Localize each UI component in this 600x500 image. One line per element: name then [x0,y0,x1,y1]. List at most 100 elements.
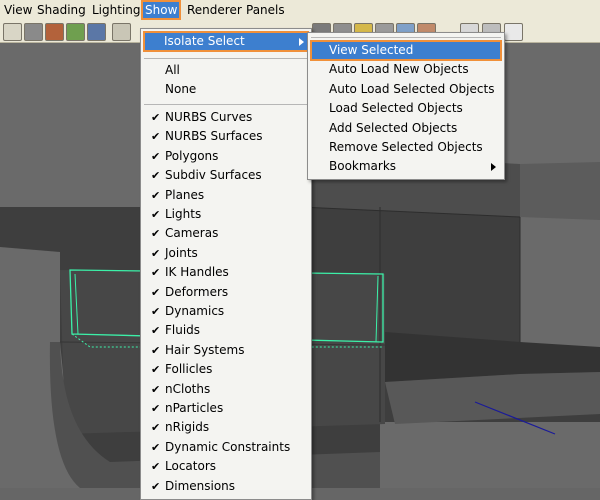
show-item[interactable]: ✔ nCloths [144,380,308,399]
menu-renderer[interactable]: Renderer [184,1,245,19]
camera-attributes-icon[interactable] [24,23,43,41]
show-none-item[interactable]: None [144,80,308,99]
show-item-label: Polygons [165,148,219,163]
show-item-label: Lights [165,207,202,221]
isolate-select-item[interactable]: Load Selected Objects [311,99,501,118]
isolate-select-item-label: Auto Load Selected Objects [329,81,495,96]
checkmark-icon: ✔ [151,208,161,221]
checkmark-icon: ✔ [151,246,161,260]
checkmark-icon: ✔ [151,460,161,474]
isolate-select-item[interactable]: View Selected [310,40,502,61]
bookmark-icon[interactable] [45,23,64,41]
show-item-label: nCloths [165,381,211,396]
show-item[interactable]: ✔ Deformers [144,283,308,302]
isolate-select-item-label: Auto Load New Objects [329,62,469,77]
show-item[interactable]: ✔ Joints [144,244,308,263]
menu-bar: View Shading Lighting Show Renderer Pane… [0,0,600,21]
show-item-label: Cameras [165,226,219,241]
checkmark-icon: ✔ [151,188,161,202]
show-item[interactable]: ✔ nRigids [144,418,308,437]
show-item-label: Fluids [165,323,201,338]
show-item[interactable]: ✔ Subdiv Surfaces [144,166,308,185]
show-item[interactable]: ✔ Dimensions [144,477,308,496]
isolate-select-item[interactable]: Auto Load New Objects [311,60,501,79]
isolate-select-item[interactable]: Add Selected Objects [311,119,501,138]
show-item-label: Joints [165,245,198,260]
submenu-arrow-icon [299,38,304,46]
show-item-label: Dynamics [165,304,225,318]
isolate-select-item[interactable]: Isolate Select [143,31,309,52]
show-item[interactable]: ✔ Hair Systems [144,341,308,360]
show-item[interactable]: ✔ nParticles [144,399,308,418]
menu-show[interactable]: Show [140,0,182,20]
checkmark-icon: ✔ [151,402,161,415]
checkmark-icon: ✔ [151,285,161,299]
show-item-label: nRigids [165,420,210,435]
isolate-select-item-label: Bookmarks [329,159,397,174]
checkmark-icon: ✔ [151,479,161,493]
show-item[interactable]: ✔ Polygons [144,147,308,166]
menu-shading[interactable]: Shading [34,1,89,19]
isolate-select-item[interactable]: Auto Load Selected Objects [311,80,501,99]
show-item[interactable]: ✔ IK Handles [144,263,308,282]
menu-lighting[interactable]: Lighting [89,1,144,19]
show-item-label: NURBS Curves [165,110,253,124]
checkmark-icon: ✔ [151,149,161,163]
show-item-label: Locators [165,459,216,474]
isolate-select-label: Isolate Select [164,34,245,48]
show-menu: Isolate Select All None ✔ NURBS Curves ✔ NU… [140,28,312,500]
menu-separator [144,104,308,105]
camera-settings-icon[interactable] [504,23,523,41]
isolate-select-item-label: Remove Selected Objects [329,140,483,154]
show-item-label: IK Handles [165,265,229,280]
show-item-label: NURBS Surfaces [165,129,263,144]
show-item[interactable]: ✔ Locators [144,457,308,476]
grid-icon[interactable] [112,23,131,41]
isolate-select-submenu: View Selected Auto Load New Objects Auto L… [307,32,505,180]
show-item[interactable]: ✔ NURBS Surfaces [144,127,308,146]
checkmark-icon: ✔ [151,169,161,183]
submenu-arrow-icon [491,163,496,172]
show-item[interactable]: ✔ Fluids [144,321,308,340]
menu-separator [144,58,308,59]
show-item[interactable]: ✔ Dynamics [144,302,308,321]
isolate-select-item-label: View Selected [329,43,414,57]
show-all-item[interactable]: All [144,61,308,80]
image-plane-icon[interactable] [66,23,85,41]
menu-view[interactable]: View [1,1,35,19]
isolate-select-item-label: Add Selected Objects [329,120,458,135]
checkmark-icon: ✔ [151,324,161,338]
show-item-label: Planes [165,187,205,202]
checkmark-icon: ✔ [151,343,161,357]
show-item-label: Follicles [165,362,213,377]
checkmark-icon: ✔ [151,111,161,124]
isolate-select-item-label: Load Selected Objects [329,101,463,116]
select-camera-icon[interactable] [3,23,22,41]
menu-separator [311,37,501,38]
isolate-select-item[interactable]: Remove Selected Objects [311,138,501,157]
checkmark-icon: ✔ [151,305,161,318]
isolate-select-item[interactable]: Bookmarks [311,157,501,176]
show-item[interactable]: ✔ Lights [144,205,308,224]
show-item-label: nParticles [165,401,224,415]
show-item-label: Dimensions [165,478,236,493]
show-item[interactable]: ✔ Cameras [144,224,308,243]
show-item-label: Hair Systems [165,342,245,357]
show-item[interactable]: ✔ Dynamic Constraints [144,438,308,457]
checkmark-icon: ✔ [151,421,161,435]
show-item-label: Deformers [165,284,229,299]
checkmark-icon: ✔ [151,266,161,280]
checkmark-icon: ✔ [151,227,161,241]
checkmark-icon: ✔ [151,363,161,377]
model-side-panel [520,162,600,220]
show-item[interactable]: ✔ NURBS Curves [144,108,308,127]
checkmark-icon: ✔ [151,382,161,396]
show-item-label: Subdiv Surfaces [165,168,262,183]
show-item-label: Dynamic Constraints [165,439,291,454]
show-item[interactable]: ✔ Planes [144,186,308,205]
show-none-label: None [165,82,197,96]
show-item[interactable]: ✔ Follicles [144,360,308,379]
two-d-pan-zoom-icon[interactable] [87,23,106,41]
menu-panels[interactable]: Panels [243,1,288,19]
show-all-label: All [165,63,180,77]
